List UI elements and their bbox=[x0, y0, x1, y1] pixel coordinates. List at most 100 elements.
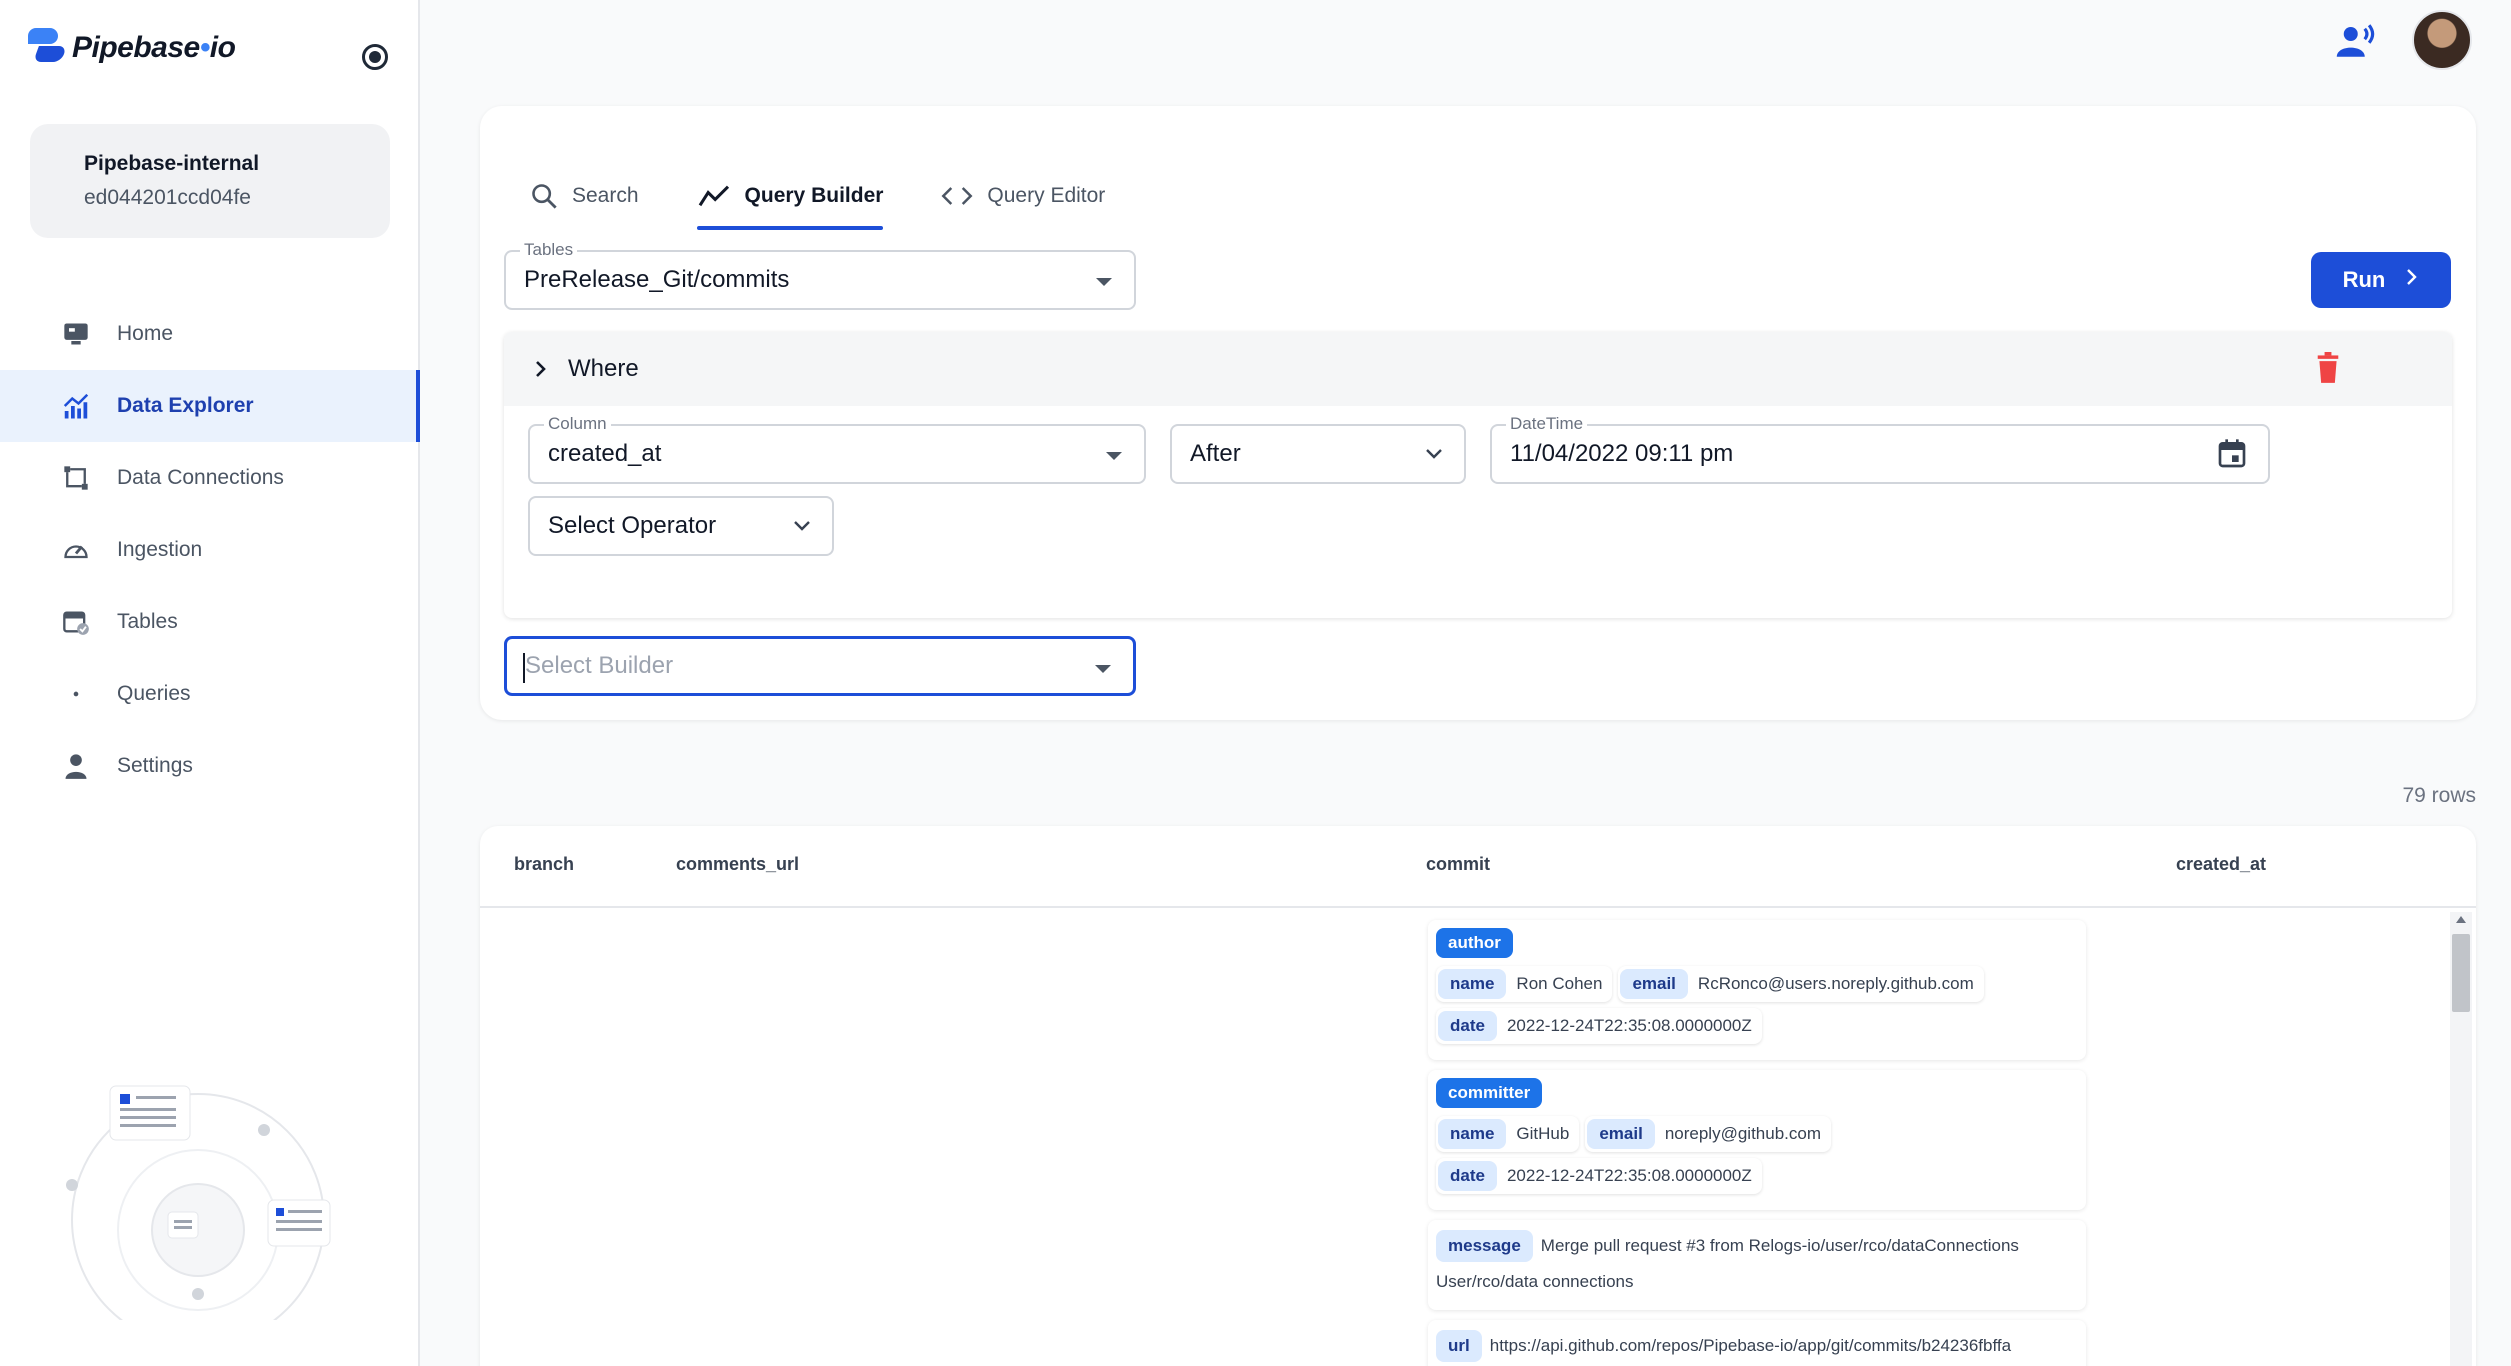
scrollbar-thumb[interactable] bbox=[2452, 934, 2470, 1012]
author-key: author bbox=[1436, 928, 1513, 958]
results-scrollbar[interactable] bbox=[2450, 912, 2472, 1366]
sidebar-item-label: Tables bbox=[117, 610, 178, 633]
user-avatar[interactable] bbox=[2412, 10, 2472, 70]
committer-email: noreply@github.com bbox=[1664, 1124, 1821, 1143]
sidebar-nav: Home Data Explorer Data Connections Inge… bbox=[0, 298, 420, 802]
url-group: url https://api.github.com/repos/Pipebase… bbox=[1428, 1320, 2086, 1366]
tables-label: Tables bbox=[520, 240, 578, 260]
tab-query-builder[interactable]: Query Builder bbox=[696, 166, 883, 230]
user-icon bbox=[60, 750, 92, 782]
query-panel: Search Query Builder Query Editor Tables… bbox=[480, 106, 2476, 720]
author-date: 2022-12-24T22:35:08.0000000Z bbox=[1506, 1016, 1752, 1035]
key-label: name bbox=[1438, 969, 1507, 999]
committer-date-pair: date 2022-12-24T22:35:08.0000000Z bbox=[1436, 1158, 1762, 1194]
committer-name-pair: name GitHub bbox=[1436, 1116, 1580, 1152]
where-header[interactable]: Where bbox=[504, 332, 2452, 406]
sidebar-item-home[interactable]: Home bbox=[0, 298, 420, 370]
sidebar-item-ingestion[interactable]: Ingestion bbox=[0, 514, 420, 586]
column-value: created_at bbox=[548, 440, 662, 467]
monitor-icon bbox=[60, 318, 92, 350]
committer-email-pair: email noreply@github.com bbox=[1585, 1116, 1831, 1152]
message-group: message Merge pull request #3 from Relogs… bbox=[1428, 1220, 2086, 1310]
key-label: email bbox=[1587, 1119, 1655, 1149]
message-line-1: Merge pull request #3 from Relogs-io/use… bbox=[1540, 1236, 2019, 1255]
brand-logo[interactable]: Pipebase•io bbox=[28, 26, 236, 70]
operator-value: After bbox=[1190, 440, 1241, 467]
sidebar-item-label: Home bbox=[117, 322, 174, 345]
tab-label: Search bbox=[572, 184, 639, 207]
calendar-icon[interactable] bbox=[2216, 438, 2248, 475]
builder-placeholder: Select Builder bbox=[525, 652, 674, 679]
org-id: ed044201ccd04fe bbox=[84, 186, 251, 209]
run-label: Run bbox=[2342, 267, 2386, 292]
key-label: date bbox=[1438, 1161, 1497, 1191]
builder-select[interactable]: Select Builder bbox=[504, 636, 1136, 696]
where-label: Where bbox=[568, 355, 639, 382]
sidebar-item-settings[interactable]: Settings bbox=[0, 730, 420, 802]
sidebar-illustration bbox=[50, 1080, 350, 1347]
trend-icon bbox=[697, 182, 731, 210]
datetime-label: DateTime bbox=[1506, 414, 1588, 434]
caret-down-icon bbox=[1106, 452, 1122, 460]
broadcast-icon[interactable] bbox=[2335, 20, 2377, 62]
message-line-2: User/rco/data connections bbox=[1436, 1272, 1634, 1291]
calendar-check-icon bbox=[60, 606, 92, 638]
sidebar-item-data-connections[interactable]: Data Connections bbox=[0, 442, 420, 514]
key-label: email bbox=[1620, 969, 1688, 999]
dot-icon bbox=[60, 678, 92, 710]
chevron-right-icon bbox=[2405, 267, 2419, 293]
logical-operator-select[interactable]: Select Operator bbox=[528, 496, 834, 556]
chevron-down-icon bbox=[792, 516, 812, 541]
message-key: message bbox=[1436, 1230, 1533, 1262]
org-switcher[interactable]: Pipebase-internal ed044201ccd04fe bbox=[30, 124, 390, 238]
column-header-created-at[interactable]: created_at bbox=[2176, 854, 2266, 875]
tab-search[interactable]: Search bbox=[530, 166, 639, 226]
sidebar-item-queries[interactable]: Queries bbox=[0, 658, 420, 730]
results-table: branch comments_url commit created_at au… bbox=[480, 826, 2476, 1366]
sidebar-item-label: Queries bbox=[117, 682, 191, 705]
datetime-field[interactable]: DateTime 11/04/2022 09:11 pm bbox=[1490, 414, 2270, 484]
url-key: url bbox=[1436, 1330, 1482, 1362]
column-header-comments-url[interactable]: comments_url bbox=[676, 854, 799, 875]
key-label: name bbox=[1438, 1119, 1507, 1149]
author-email-pair: email RcRonco@users.noreply.github.com bbox=[1618, 966, 1984, 1002]
select-operator-value: Select Operator bbox=[548, 512, 717, 539]
operator-select[interactable]: After bbox=[1170, 424, 1466, 484]
chevron-down-icon bbox=[1424, 444, 1444, 469]
commit-cell: author name Ron Cohen email RcRonco@users.… bbox=[1428, 920, 2086, 1366]
url-line-1[interactable]: https://api.github.com/repos/Pipebase-io… bbox=[1490, 1336, 2011, 1355]
datetime-value: 11/04/2022 09:11 pm bbox=[1510, 440, 1734, 467]
committer-group: committer name GitHub email noreply@github… bbox=[1428, 1070, 2086, 1210]
row-count: 79 rows bbox=[2402, 784, 2476, 807]
org-name: Pipebase-internal bbox=[84, 152, 260, 175]
sidebar-item-label: Settings bbox=[117, 754, 193, 777]
logo-mark-icon bbox=[28, 26, 70, 70]
author-email: RcRonco@users.noreply.github.com bbox=[1697, 974, 1974, 993]
table-header: branch comments_url commit created_at bbox=[480, 826, 2476, 908]
tab-query-editor[interactable]: Query Editor bbox=[941, 166, 1105, 226]
tables-value: PreRelease_Git/commits bbox=[524, 266, 790, 293]
trash-icon[interactable] bbox=[2314, 352, 2342, 391]
committer-name: GitHub bbox=[1516, 1124, 1570, 1143]
committer-key: committer bbox=[1436, 1078, 1543, 1108]
brand-name: Pipebase bbox=[72, 31, 200, 64]
search-icon bbox=[530, 182, 558, 210]
sidebar-item-data-explorer[interactable]: Data Explorer bbox=[0, 370, 420, 442]
column-header-commit[interactable]: commit bbox=[1426, 854, 1490, 875]
run-button[interactable]: Run bbox=[2311, 252, 2451, 308]
author-name: Ron Cohen bbox=[1516, 974, 1603, 993]
where-clause: Where Column created_at After DateTime 1… bbox=[504, 332, 2452, 618]
author-group: author name Ron Cohen email RcRonco@users.… bbox=[1428, 920, 2086, 1060]
scroll-up-icon[interactable] bbox=[2456, 916, 2466, 923]
chart-icon bbox=[60, 390, 92, 422]
sidebar-item-label: Data Explorer bbox=[117, 394, 254, 417]
theme-toggle-icon[interactable] bbox=[362, 44, 388, 70]
column-select[interactable]: Column created_at bbox=[528, 414, 1146, 484]
column-header-branch[interactable]: branch bbox=[514, 854, 574, 875]
sidebar-item-tables[interactable]: Tables bbox=[0, 586, 420, 658]
author-date-pair: date 2022-12-24T22:35:08.0000000Z bbox=[1436, 1008, 1762, 1044]
caret-down-icon bbox=[1095, 665, 1111, 673]
tables-select[interactable]: Tables PreRelease_Git/commits bbox=[504, 240, 1136, 310]
gauge-icon bbox=[60, 534, 92, 566]
brand-suffix: io bbox=[209, 31, 236, 64]
